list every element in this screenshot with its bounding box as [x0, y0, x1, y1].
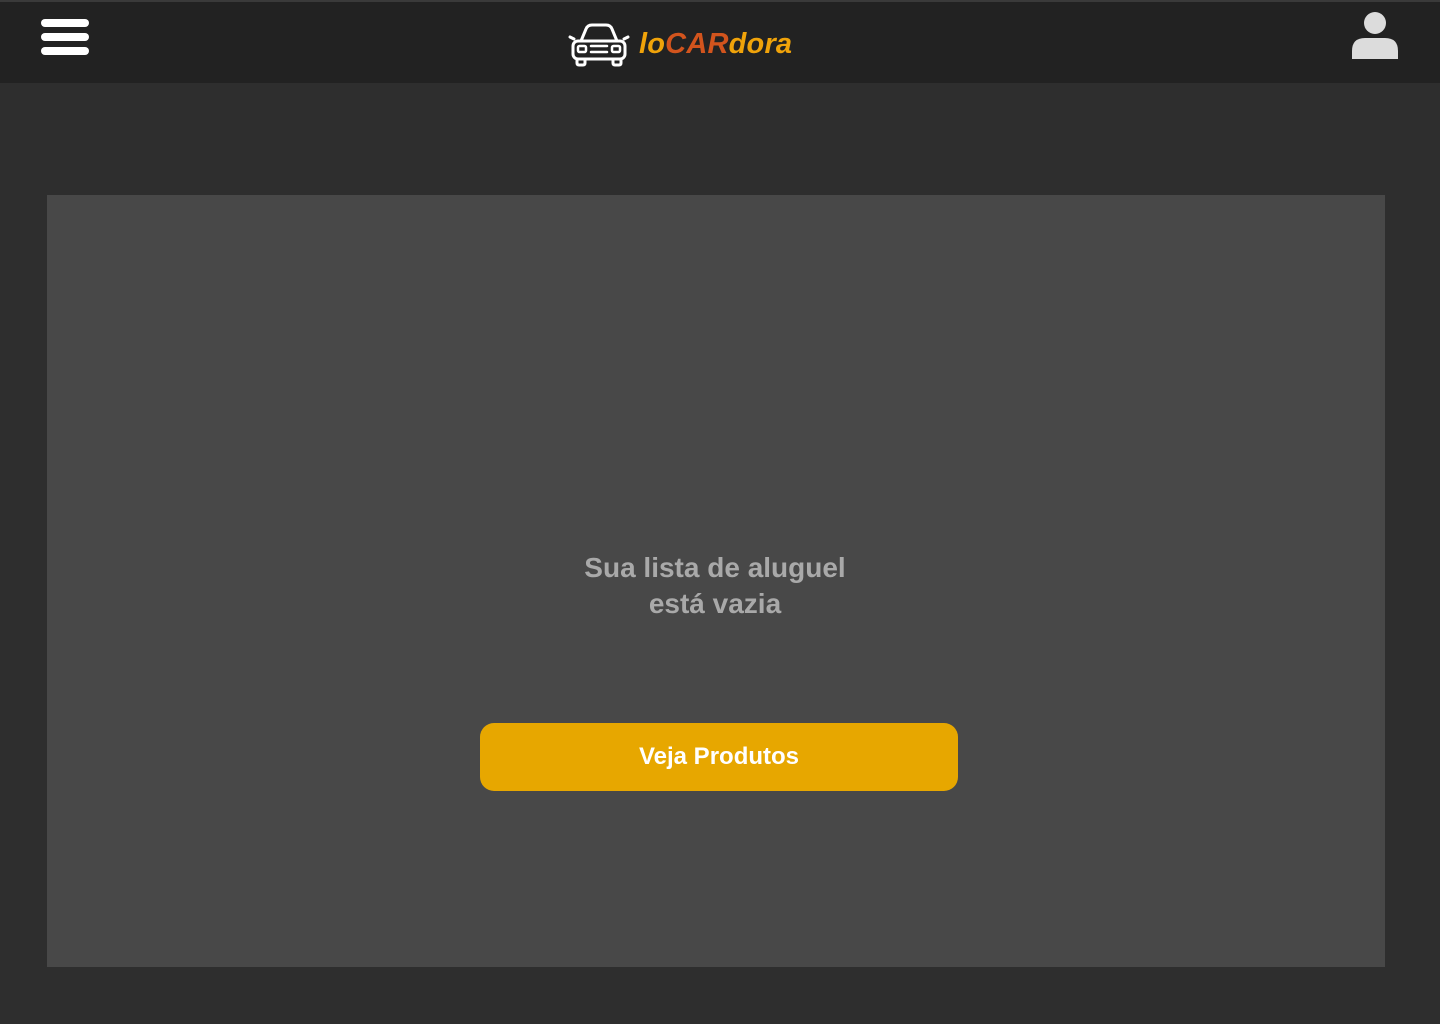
- hamburger-menu-button[interactable]: [38, 16, 93, 60]
- rental-list-panel: Sua lista de aluguel está vazia Veja Pro…: [47, 195, 1385, 967]
- top-navigation-bar: loCARdora: [0, 0, 1440, 83]
- car-icon: [568, 23, 630, 67]
- hamburger-menu-icon: [41, 19, 89, 55]
- user-profile-button[interactable]: [1349, 10, 1401, 62]
- brand-name: loCARdora: [639, 27, 793, 60]
- empty-rental-list-message: Sua lista de aluguel está vazia: [584, 552, 846, 619]
- brand-name-part-lo: lo: [639, 27, 666, 60]
- see-products-button[interactable]: Veja Produtos: [480, 723, 958, 791]
- brand-logo[interactable]: loCARdora: [568, 20, 792, 68]
- brand-name-part-dora: dora: [728, 27, 793, 60]
- user-icon: [1352, 12, 1398, 59]
- brand-name-part-car: CAR: [665, 27, 729, 60]
